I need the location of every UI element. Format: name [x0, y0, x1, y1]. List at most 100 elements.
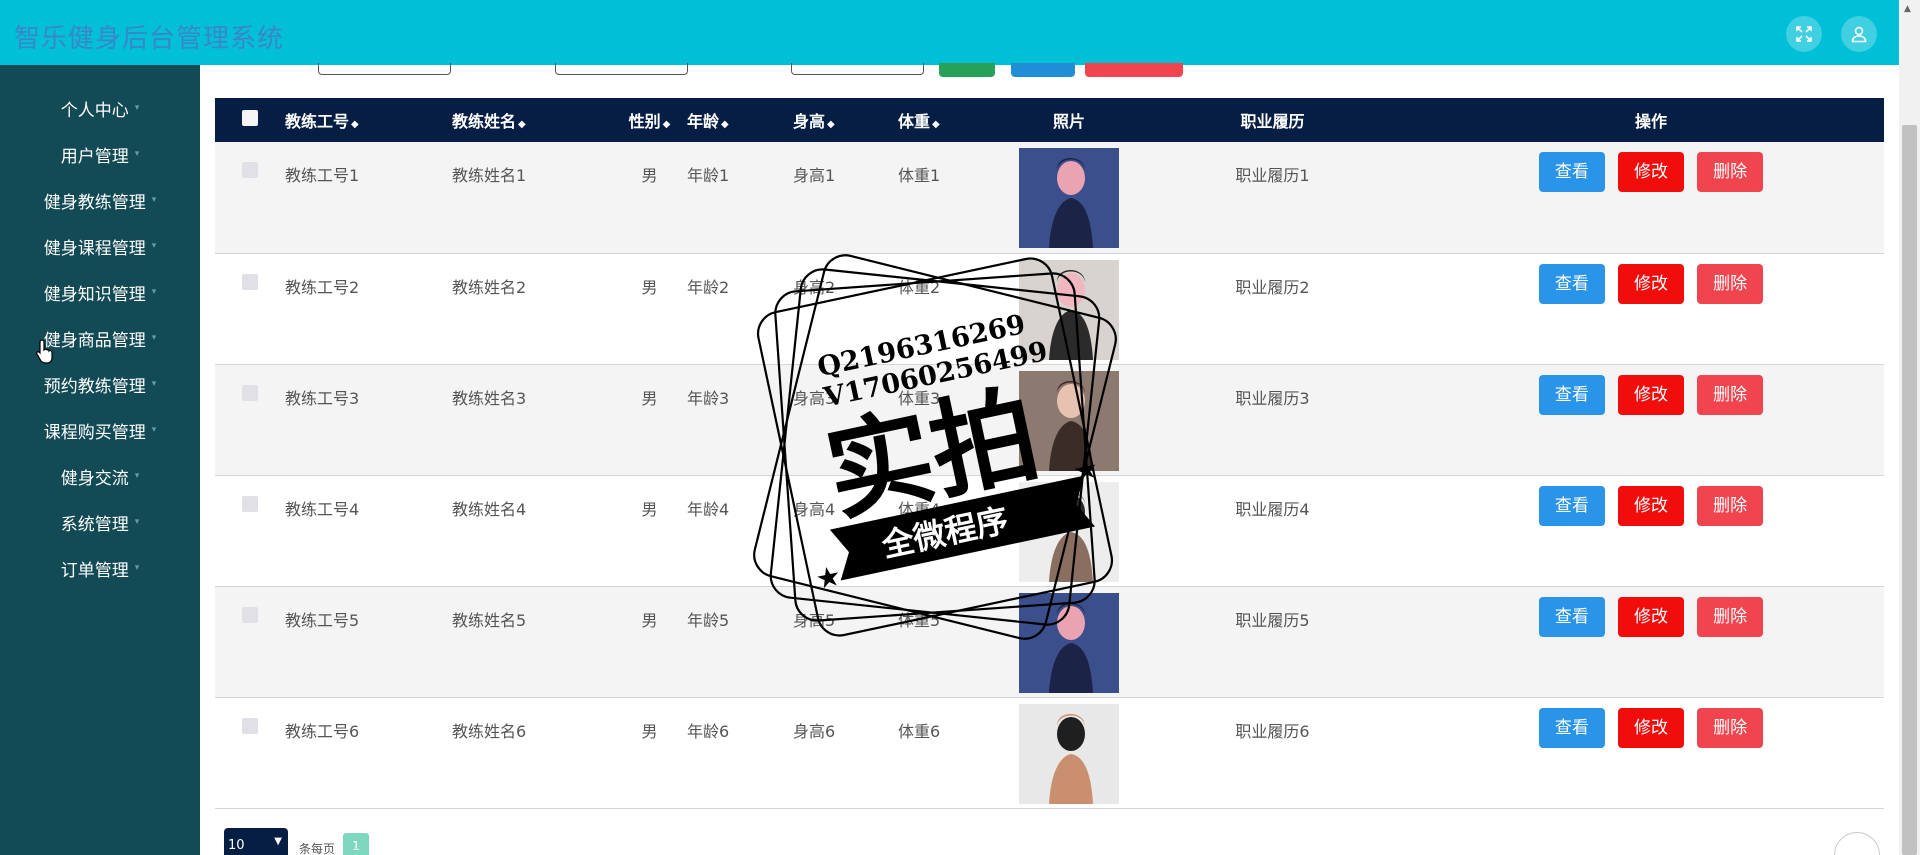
column-header-resume: 职业履历 — [1240, 112, 1305, 131]
cell-coach-name: 教练姓名6 — [452, 721, 527, 741]
edit-button[interactable]: 修改 — [1618, 485, 1684, 526]
page-size-select[interactable]: 10 ▼ — [224, 828, 288, 855]
edit-button[interactable]: 修改 — [1618, 707, 1684, 748]
column-header-coach-name[interactable]: 教练姓名 ◆ — [452, 98, 612, 142]
cell-coach-id: 教练工号5 — [285, 610, 360, 630]
cell-weight: 体重4 — [898, 499, 941, 519]
fullscreen-button[interactable] — [1786, 16, 1822, 52]
cell-ops: 查看 修改 删除 — [1418, 586, 1884, 697]
column-header-coach-id[interactable]: 教练工号 ◆ — [285, 98, 452, 142]
chevron-down-icon: ▾ — [151, 333, 157, 343]
coach-table: 教练工号 ◆ 教练姓名 ◆ 性别 ◆ 年龄 ◆ 身高 ◆ 体重 ◆ 照片 职业履历 操作 教… — [215, 98, 1884, 809]
delete-button[interactable]: 删除 — [1697, 485, 1764, 526]
edit-button[interactable]: 修改 — [1618, 263, 1684, 304]
add-button[interactable] — [1011, 63, 1075, 77]
chevron-down-icon: ▾ — [151, 195, 157, 205]
edit-button[interactable]: 修改 — [1618, 152, 1684, 192]
cell-resume: 职业履历4 — [1235, 499, 1310, 519]
chevron-down-icon: ▾ — [134, 103, 140, 113]
table-row: 教练工号6 教练姓名6 男 年龄6 身高6 体重6 职业履历6 查看 修改 删除 — [215, 697, 1884, 808]
cell-age: 年龄4 — [687, 499, 730, 519]
coach-photo[interactable] — [1019, 370, 1119, 471]
cell-gender: 男 — [641, 499, 658, 519]
cell-gender: 男 — [641, 610, 658, 630]
sort-icon: ◆ — [827, 119, 835, 130]
delete-button[interactable]: 删除 — [1697, 374, 1764, 415]
delete-button[interactable]: 删除 — [1697, 263, 1764, 304]
page-number-1[interactable]: 1 — [343, 833, 369, 855]
column-header-age[interactable]: 年龄 ◆ — [687, 98, 793, 142]
view-button[interactable]: 查看 — [1538, 374, 1605, 415]
sidebar-item-personal-center[interactable]: 个人中心 ▾ — [0, 88, 200, 128]
cell-resume: 职业履历6 — [1235, 721, 1310, 741]
chevron-down-icon: ▾ — [134, 471, 140, 481]
column-header-height[interactable]: 身高 ◆ — [793, 98, 898, 142]
row-checkbox[interactable] — [242, 273, 258, 290]
edit-button[interactable]: 修改 — [1618, 374, 1684, 415]
chevron-down-icon: ▾ — [134, 149, 140, 159]
sidebar-item-fitness-exchange[interactable]: 健身交流 ▾ — [0, 456, 200, 496]
sidebar-item-order-management[interactable]: 订单管理 ▾ — [0, 548, 200, 588]
cell-coach-name: 教练姓名1 — [452, 166, 527, 185]
chevron-down-icon: ▾ — [151, 241, 157, 251]
column-header-gender[interactable]: 性别 ◆ — [612, 98, 687, 142]
sidebar-item-knowledge-management[interactable]: 健身知识管理 ▾ — [0, 272, 200, 312]
coach-photo[interactable] — [1019, 148, 1119, 248]
sidebar-item-system-management[interactable]: 系统管理 ▾ — [0, 502, 200, 542]
row-checkbox[interactable] — [242, 495, 258, 512]
view-button[interactable]: 查看 — [1538, 596, 1605, 637]
edit-button[interactable]: 修改 — [1618, 596, 1684, 637]
delete-button[interactable]: 删除 — [1697, 152, 1764, 192]
search-input-coach-name[interactable] — [555, 63, 688, 75]
coach-photo[interactable] — [1019, 703, 1119, 804]
view-button[interactable]: 查看 — [1538, 263, 1605, 304]
main-content: 教练工号 ◆ 教练姓名 ◆ 性别 ◆ 年龄 ◆ 身高 ◆ 体重 ◆ 照片 职业履历 操作 教… — [200, 63, 1899, 855]
row-checkbox[interactable] — [242, 384, 258, 401]
row-checkbox[interactable] — [242, 717, 258, 734]
user-button[interactable] — [1841, 16, 1877, 52]
coach-photo[interactable] — [1019, 259, 1119, 360]
view-button[interactable]: 查看 — [1538, 707, 1605, 748]
chevron-down-icon: ▾ — [151, 425, 157, 435]
chevron-down-icon: ▾ — [151, 379, 157, 389]
sidebar-item-booking-management[interactable]: 预约教练管理 ▾ — [0, 364, 200, 404]
cell-weight: 体重6 — [898, 721, 941, 741]
cell-weight: 体重3 — [898, 388, 941, 408]
scrollbar-thumb[interactable] — [1902, 125, 1917, 855]
batch-delete-button[interactable] — [1085, 63, 1183, 77]
row-checkbox[interactable] — [242, 606, 258, 623]
sidebar-item-coach-management[interactable]: 健身教练管理 ▾ — [0, 180, 200, 220]
search-button[interactable] — [939, 63, 995, 77]
cell-gender: 男 — [641, 721, 658, 741]
column-header-photo: 照片 — [1052, 112, 1085, 131]
view-button[interactable]: 查看 — [1538, 152, 1605, 192]
sidebar-item-course-management[interactable]: 健身课程管理 ▾ — [0, 226, 200, 266]
cell-coach-id: 教练工号1 — [285, 166, 360, 185]
table-body: 教练工号1 教练姓名1 男 年龄1 身高1 体重1 职业履历1 查看 修改 删除… — [215, 142, 1884, 808]
view-button[interactable]: 查看 — [1538, 485, 1605, 526]
user-icon — [1851, 26, 1867, 43]
row-checkbox[interactable] — [242, 162, 258, 178]
fullscreen-icon — [1796, 26, 1812, 42]
delete-button[interactable]: 删除 — [1697, 596, 1764, 637]
page-scrollbar[interactable]: ▲ — [1899, 0, 1920, 855]
cell-ops: 查看 修改 删除 — [1418, 142, 1884, 253]
cell-weight: 体重1 — [898, 166, 941, 185]
coach-photo[interactable] — [1019, 481, 1119, 582]
column-header-weight[interactable]: 体重 ◆ — [898, 98, 1011, 142]
sidebar-item-purchase-management[interactable]: 课程购买管理 ▾ — [0, 410, 200, 450]
sidebar-item-goods-management[interactable]: 健身商品管理 ▾ — [0, 318, 200, 358]
cell-height: 身高1 — [793, 166, 836, 185]
select-all-checkbox[interactable] — [242, 110, 258, 126]
app-title: 智乐健身后台管理系统 — [14, 24, 285, 54]
cell-resume: 职业履历1 — [1235, 166, 1310, 185]
cell-weight: 体重5 — [898, 610, 941, 630]
search-input-gender[interactable] — [791, 63, 924, 75]
coach-photo[interactable] — [1019, 592, 1119, 693]
scroll-up-arrow-icon[interactable]: ▲ — [1904, 4, 1911, 14]
sidebar-item-user-management[interactable]: 用户管理 ▾ — [0, 134, 200, 174]
search-input-coach-id[interactable] — [318, 63, 451, 75]
cell-ops: 查看 修改 删除 — [1418, 364, 1884, 475]
delete-button[interactable]: 删除 — [1697, 707, 1764, 748]
cell-age: 年龄1 — [687, 166, 730, 185]
